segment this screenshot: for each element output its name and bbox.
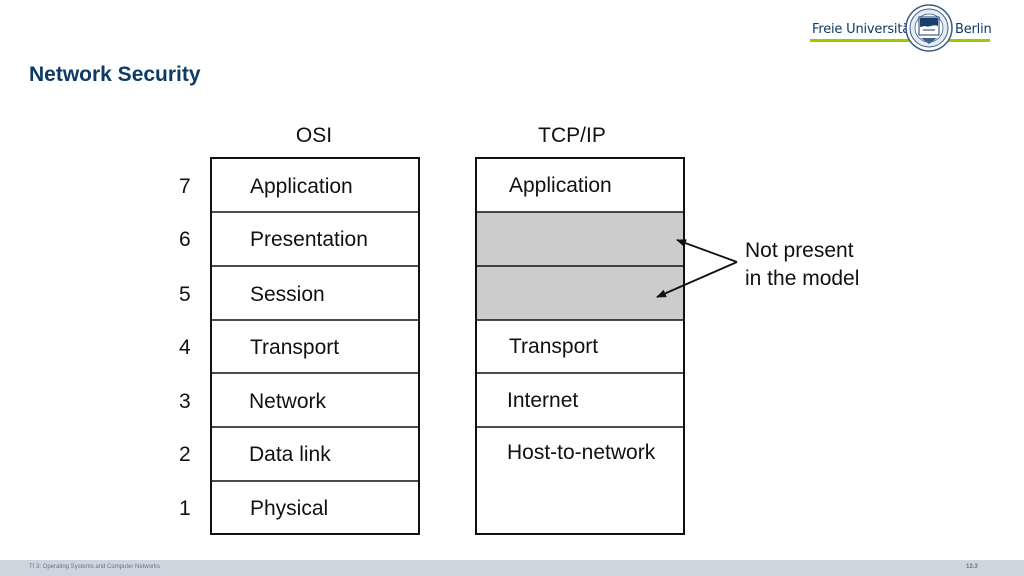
tcpip-absent-layer-session: [477, 266, 683, 320]
tcpip-layer-label: Transport: [509, 335, 598, 358]
annotation-arrow-upper: [676, 239, 738, 263]
osi-layer-label: Application: [250, 175, 353, 198]
osi-layer-number: 7: [179, 175, 191, 198]
osi-title: OSI: [296, 124, 332, 147]
osi-tcpip-diagram: OSI TCP/IP 7 6 5 4 3 2 1 Application Pre…: [179, 124, 859, 535]
osi-layer-labels: Application Presentation Session Transpo…: [249, 175, 368, 520]
osi-layer-label: Presentation: [250, 228, 368, 251]
osi-layer-label: Network: [249, 390, 327, 413]
osi-layer-number: 6: [179, 228, 191, 251]
footer-course-title: TI 3: Operating Systems and Computer Net…: [29, 564, 161, 570]
footer-page-number: 13.3: [966, 564, 978, 570]
osi-layer-numbers: 7 6 5 4 3 2 1: [179, 175, 191, 520]
osi-layer-number: 2: [179, 443, 191, 466]
osi-layer-label: Session: [250, 283, 325, 306]
tcpip-layer-label: Internet: [507, 389, 578, 412]
osi-layer-number: 4: [179, 336, 191, 359]
tcpip-layer-label: Host-to-network: [507, 441, 656, 464]
osi-layer-number: 5: [179, 283, 191, 306]
tcpip-title: TCP/IP: [538, 124, 606, 147]
tcpip-absent-layer-presentation: [477, 212, 683, 266]
osi-layer-label: Transport: [250, 336, 339, 359]
osi-layer-label: Data link: [249, 443, 331, 466]
osi-layer-label: Physical: [250, 497, 328, 520]
footer-bar: TI 3: Operating Systems and Computer Net…: [0, 560, 1024, 576]
annotation-line-1: Not present: [745, 239, 854, 262]
annotation-line-2: in the model: [745, 267, 859, 290]
osi-layer-number: 3: [179, 390, 191, 413]
tcpip-layer-label: Application: [509, 174, 612, 197]
osi-layer-number: 1: [179, 497, 191, 520]
